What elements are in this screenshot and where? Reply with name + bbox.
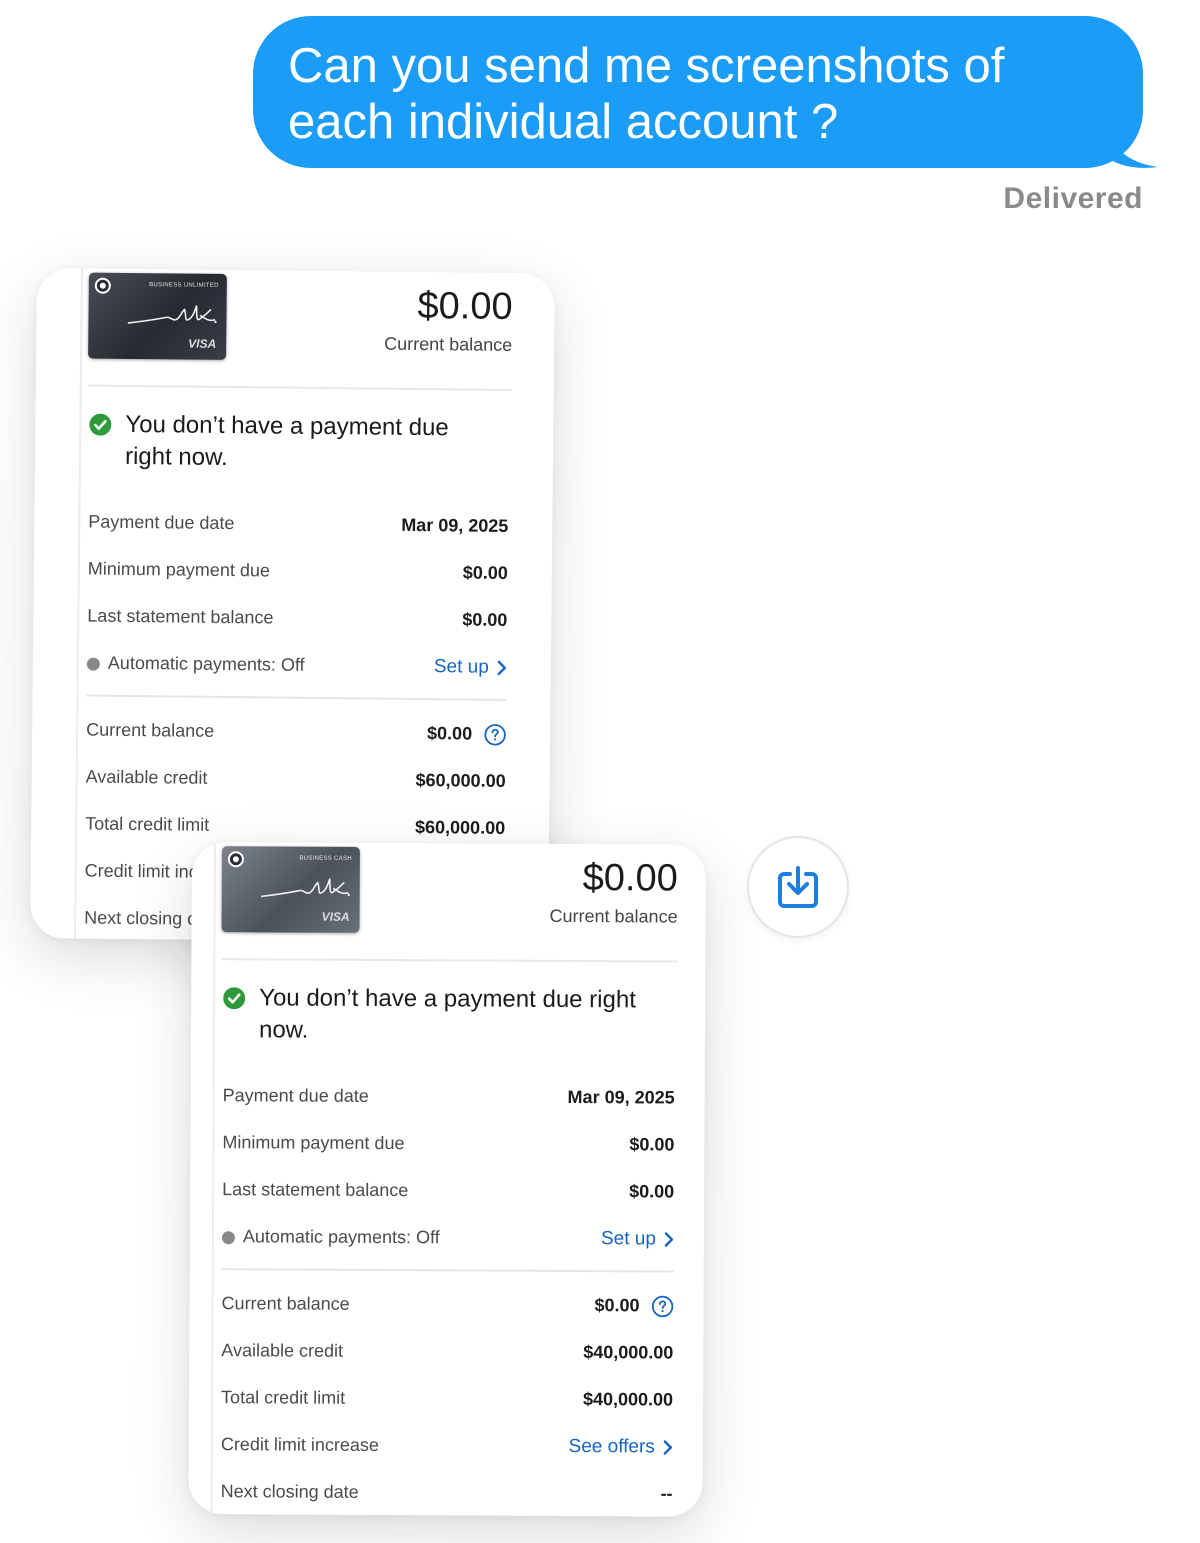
row-value: Mar 09, 2025: [567, 1086, 675, 1108]
bubble-tail: [1108, 132, 1158, 168]
credit-card-image: BUSINESS CASH VISA: [221, 846, 360, 933]
row-label: Total credit limit: [221, 1387, 346, 1408]
setup-autopay-link[interactable]: Set up: [434, 656, 507, 679]
row-label: Minimum payment due: [87, 558, 271, 581]
row-value: $0.00: [594, 1295, 640, 1316]
row-label: Next closing c: [84, 907, 197, 929]
current-balance-label: Current balance: [549, 905, 678, 927]
row-label: Available credit: [85, 766, 208, 788]
status-dot-icon: [86, 657, 100, 671]
minimum-payment-row: Minimum payment due $0.00: [222, 1119, 674, 1168]
see-offers-link[interactable]: See offers: [569, 1435, 673, 1458]
autopay-row: Automatic payments: Off Set up: [221, 1213, 674, 1262]
row-value-group: $0.00: [594, 1295, 674, 1317]
row-value: $0.00: [426, 723, 473, 744]
next-closing-date-row: Next closing date --: [220, 1468, 673, 1517]
divider: [86, 694, 507, 701]
row-label: Last statement balance: [222, 1179, 409, 1201]
row-value: $40,000.00: [583, 1342, 674, 1363]
current-balance-row: Current balance $0.00: [221, 1280, 674, 1329]
autopay-label: Automatic payments: Off: [107, 652, 305, 675]
row-label: Payment due date: [222, 1085, 369, 1106]
ink-script-logo: [127, 305, 217, 324]
row-value: $60,000.00: [414, 816, 506, 838]
payment-due-date-row: Payment due date Mar 09, 2025: [223, 1072, 675, 1121]
chevron-right-icon: [664, 1231, 674, 1247]
row-value: $40,000.00: [582, 1389, 674, 1410]
row-value-group: $0.00: [427, 723, 506, 746]
row-label: Minimum payment due: [222, 1132, 405, 1154]
ink-script-logo: [260, 878, 350, 898]
autopay-row: Automatic payments: Off Set up: [86, 640, 507, 691]
message-bubble[interactable]: Can you send me screenshots of each indi…: [253, 16, 1143, 168]
row-value: --: [660, 1483, 673, 1504]
row-label: Total credit limit: [85, 813, 210, 835]
row-value: Mar 09, 2025: [401, 514, 509, 536]
current-balance-amount: $0.00: [582, 857, 678, 900]
link-label: Set up: [600, 1227, 656, 1249]
card-product-name: BUSINESS UNLIMITED: [149, 282, 219, 289]
balance-summary: $0.00 Current balance: [549, 856, 677, 928]
row-label: Last statement balance: [87, 605, 274, 628]
current-balance-amount: $0.00: [417, 284, 513, 328]
card-network: VISA: [321, 909, 350, 924]
setup-autopay-link[interactable]: Set up: [601, 1228, 674, 1250]
delivered-status: Delivered: [1003, 182, 1143, 215]
balance-summary: $0.00 Current balance: [384, 284, 513, 356]
last-statement-row: Last statement balance $0.00: [87, 593, 507, 644]
row-label: Next closing date: [220, 1481, 359, 1502]
save-to-photos-icon: [778, 866, 818, 908]
payment-status: You don’t have a payment due right now.: [215, 960, 684, 1074]
bank-logo-icon: [94, 277, 111, 294]
last-statement-row: Last statement balance $0.00: [222, 1166, 674, 1215]
autopay-label: Automatic payments: Off: [242, 1226, 440, 1248]
payment-due-date-row: Payment due date Mar 09, 2025: [88, 499, 508, 550]
message-text: Can you send me screenshots of each indi…: [288, 39, 1005, 149]
current-balance-row: Current balance $0.00: [86, 707, 506, 758]
row-value: $0.00: [629, 1134, 675, 1155]
divider: [221, 1268, 674, 1273]
account-details: Payment due date Mar 09, 2025 Minimum pa…: [212, 1072, 682, 1517]
status-dot-icon: [221, 1230, 235, 1244]
row-label: Payment due date: [88, 511, 235, 534]
minimum-payment-row: Minimum payment due $0.00: [88, 546, 508, 597]
credit-card-image: BUSINESS UNLIMITED VISA: [88, 272, 227, 360]
total-credit-limit-row: Total credit limit $40,000.00: [221, 1374, 673, 1423]
row-label: Credit limit inc: [84, 860, 198, 882]
question-circle-icon[interactable]: [484, 723, 506, 746]
credit-limit-increase-row: Credit limit increase See offers: [221, 1421, 673, 1470]
current-balance-label: Current balance: [384, 333, 513, 355]
row-value: $0.00: [462, 562, 508, 583]
chevron-right-icon: [497, 660, 507, 675]
account-screenshot-2[interactable]: BUSINESS CASH VISA $0.00 Current balance…: [188, 842, 706, 1517]
autopay-status: Automatic payments: Off: [221, 1226, 440, 1248]
autopay-status: Automatic payments: Off: [86, 652, 305, 676]
row-label: Current balance: [221, 1293, 350, 1314]
available-credit-row: Available credit $40,000.00: [221, 1327, 673, 1376]
payment-status-text: You don’t have a payment due right now.: [124, 410, 449, 472]
link-label: Set up: [433, 655, 489, 678]
link-label: See offers: [568, 1435, 655, 1457]
row-value: $60,000.00: [415, 769, 506, 791]
row-label: Credit limit increase: [220, 1434, 379, 1455]
row-value: $0.00: [629, 1181, 675, 1202]
row-label: Current balance: [86, 719, 215, 741]
check-circle-icon: [89, 413, 112, 436]
payment-status: You don’t have a payment due right now.: [81, 386, 518, 503]
account-header: BUSINESS UNLIMITED VISA $0.00 Current ba…: [82, 268, 519, 389]
account-header: BUSINESS CASH VISA $0.00 Current balance: [215, 842, 684, 960]
check-circle-icon: [223, 987, 246, 1010]
row-value: $0.00: [462, 609, 508, 630]
payment-status-text: You don’t have a payment due right now.: [258, 984, 636, 1044]
card-network: VISA: [188, 336, 217, 351]
question-circle-icon[interactable]: [651, 1295, 674, 1317]
row-label: Available credit: [221, 1340, 344, 1361]
save-image-button[interactable]: [747, 836, 849, 938]
account-summary-panel: BUSINESS CASH VISA $0.00 Current balance…: [210, 842, 684, 1517]
available-credit-row: Available credit $60,000.00: [85, 754, 506, 805]
bank-logo-icon: [227, 851, 244, 868]
card-product-name: BUSINESS CASH: [299, 855, 352, 862]
chevron-right-icon: [663, 1439, 673, 1455]
